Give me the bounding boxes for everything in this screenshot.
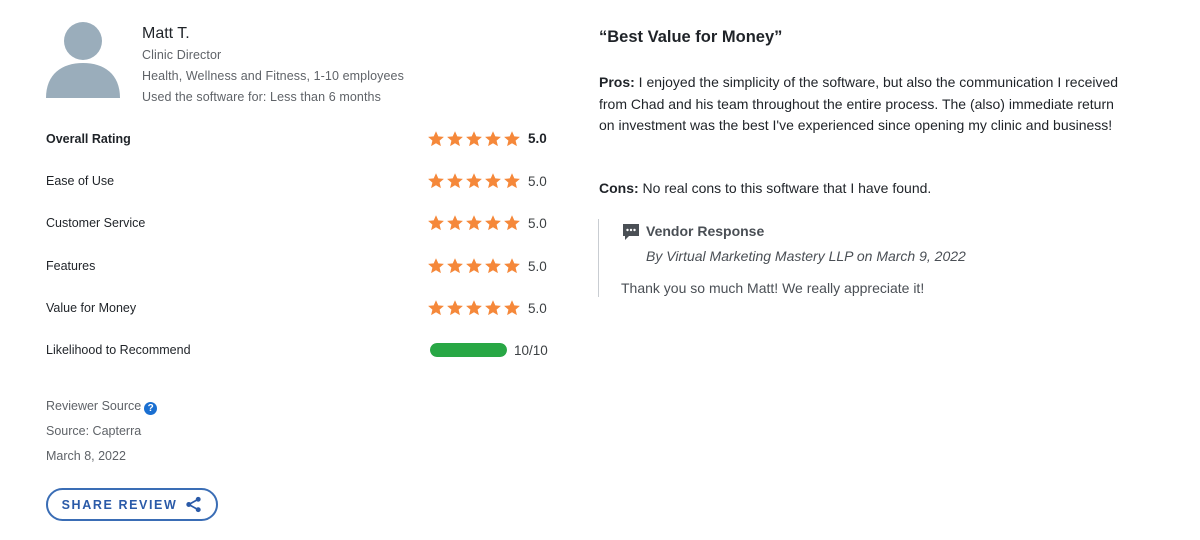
star-icon: [466, 300, 482, 316]
star-icon: [428, 215, 444, 231]
rating-label-overall: Overall Rating: [46, 132, 131, 146]
question-circle-icon[interactable]: ?: [144, 402, 158, 415]
reviewer-industry: Health, Wellness and Fitness, 1-10 emplo…: [142, 69, 404, 83]
star-icon: [447, 173, 463, 189]
reviewer-usage: Used the software for: Less than 6 month…: [142, 90, 381, 104]
chat-bubble-icon: [623, 224, 639, 240]
rating-value-value-for-money: 5.0: [528, 301, 547, 316]
rating-label-features: Features: [46, 259, 96, 273]
review-date: March 8, 2022: [46, 449, 126, 463]
rating-label-customer-service: Customer Service: [46, 216, 146, 230]
star-icon: [504, 173, 520, 189]
star-icon: [466, 131, 482, 147]
source-name: Source: Capterra: [46, 424, 142, 438]
share-review-button[interactable]: SHARE REVIEW: [46, 488, 218, 521]
star-icon: [504, 258, 520, 274]
vendor-response-title: Vendor Response: [646, 223, 765, 239]
avatar: [46, 22, 120, 98]
cons-text: No real cons to this software that I hav…: [638, 180, 932, 196]
rating-stars-customer-service: [427, 214, 521, 232]
rating-value-overall: 5.0: [528, 131, 547, 146]
recommend-bar: [430, 343, 507, 357]
star-icon: [466, 173, 482, 189]
pros-text: I enjoyed the simplicity of the software…: [599, 74, 1119, 133]
rating-stars-features: [427, 257, 521, 275]
star-icon: [485, 300, 501, 316]
rating-stars-ease-of-use: [427, 172, 521, 190]
star-icon: [428, 258, 444, 274]
rating-value-features: 5.0: [528, 259, 547, 274]
rating-label-value-for-money: Value for Money: [46, 301, 137, 315]
share-review-label: SHARE REVIEW: [61, 497, 178, 512]
review-title: “Best Value for Money”: [599, 28, 783, 46]
review-pros: Pros: I enjoyed the simplicity of the so…: [599, 72, 1119, 137]
star-icon: [504, 300, 520, 316]
star-icon: [485, 258, 501, 274]
review-cons: Cons: No real cons to this software that…: [599, 178, 1119, 200]
pros-label: Pros:: [599, 74, 635, 90]
star-icon: [428, 173, 444, 189]
star-icon: [504, 215, 520, 231]
star-icon: [485, 131, 501, 147]
star-icon: [466, 215, 482, 231]
star-icon: [447, 300, 463, 316]
vendor-response-byline: By Virtual Marketing Mastery LLP on Marc…: [646, 248, 966, 264]
recommend-label: Likelihood to Recommend: [46, 343, 191, 357]
star-icon: [447, 258, 463, 274]
star-icon: [504, 131, 520, 147]
reviewer-role: Clinic Director: [142, 48, 222, 62]
star-icon: [428, 131, 444, 147]
star-icon: [428, 300, 444, 316]
recommend-value: 10/10: [514, 343, 548, 358]
rating-label-ease-of-use: Ease of Use: [46, 174, 115, 188]
reviewer-name: Matt T.: [142, 25, 190, 42]
vendor-response-text: Thank you so much Matt! We really apprec…: [621, 280, 925, 296]
recommend-bar-fill: [430, 343, 507, 357]
star-icon: [485, 215, 501, 231]
rating-value-ease-of-use: 5.0: [528, 174, 547, 189]
rating-value-customer-service: 5.0: [528, 216, 547, 231]
cons-label: Cons:: [599, 180, 639, 196]
rating-stars-value-for-money: [427, 299, 521, 317]
share-icon: [186, 496, 202, 513]
star-icon: [447, 131, 463, 147]
reviewer-source: Reviewer Source?: [46, 399, 158, 415]
star-icon: [447, 215, 463, 231]
rating-stars-overall: [427, 130, 521, 148]
reviewer-source-label: Reviewer Source: [46, 399, 142, 413]
star-icon: [466, 258, 482, 274]
star-icon: [485, 173, 501, 189]
